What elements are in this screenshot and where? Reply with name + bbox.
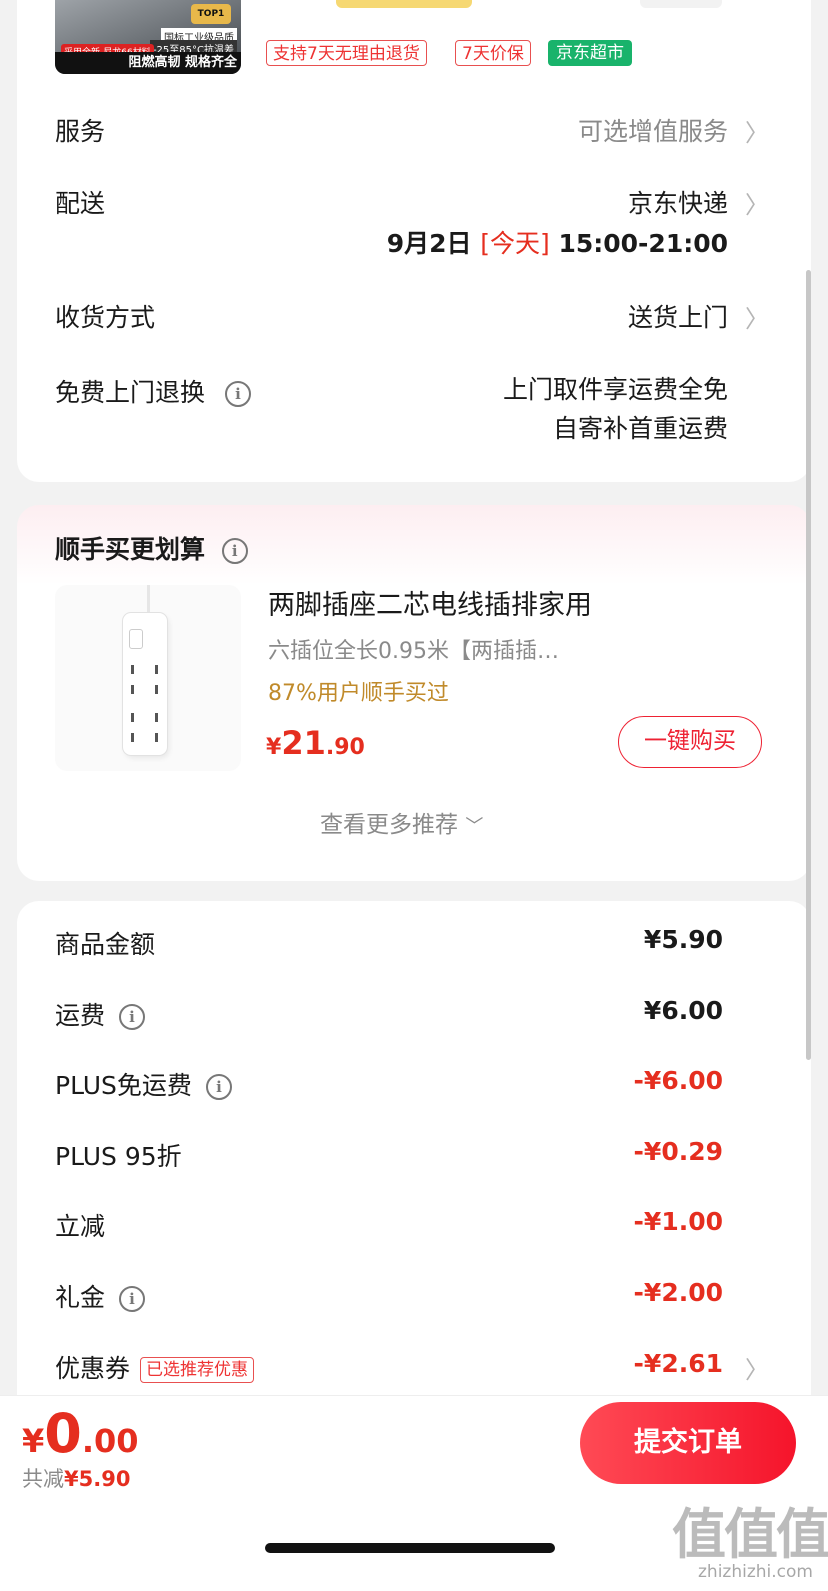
bought-ratio: 87%用户顺手买过 [268, 681, 449, 706]
summary-row-label: PLUS 95折 [55, 1137, 182, 1173]
power-strip-shape [123, 613, 167, 755]
summary-label-text: PLUS 95折 [55, 1142, 182, 1171]
free-return-text: 免费上门退换 [55, 378, 206, 407]
total-symbol: ¥ [22, 1422, 45, 1460]
service-value[interactable]: 可选增值服务 [578, 112, 728, 148]
summary-row-label: PLUS免运费 i [55, 1066, 232, 1102]
watermark-logo: 值值值 [672, 1503, 828, 1566]
summary-row-amount: -¥6.00 [633, 1066, 723, 1095]
watermark-url: zhizhizhi.com [698, 1562, 813, 1582]
product-thumbnail[interactable]: TOP1 国标工业级品质 -25至85°C抗温差 采用全新-尼龙66材料 阻燃高… [55, 0, 241, 74]
summary-label-text: 优惠券 [55, 1354, 131, 1383]
summary-row-label: 运费 i [55, 996, 146, 1032]
price-protect-tag: 7天价保 [455, 40, 531, 66]
top1-badge: TOP1 [191, 4, 231, 24]
jd-supermarket-tag: 京东超市 [548, 40, 632, 66]
switch-shape [129, 629, 143, 649]
summary-label-text: 礼金 [55, 1283, 106, 1312]
saved-label: 共减 [22, 1467, 64, 1491]
delivery-window: 15:00-21:00 [558, 229, 728, 258]
quantity-stepper[interactable] [640, 0, 722, 8]
summary-row-amount: -¥2.00 [633, 1278, 723, 1307]
price-symbol: ¥ [266, 735, 282, 760]
home-indicator[interactable] [265, 1543, 555, 1553]
summary-row-amount: ¥5.90 [643, 925, 723, 954]
summary-label-text: 立减 [55, 1212, 106, 1241]
coupon-selected-tag: 已选推荐优惠 [140, 1357, 255, 1383]
info-icon[interactable]: i [119, 1286, 146, 1312]
saved-total: 共减¥5.90 [22, 1463, 130, 1493]
price-int: 21 [281, 724, 326, 762]
free-return-line1: 上门取件享运费全免 [502, 375, 728, 404]
recommend-title: 顺手买更划算 i [55, 530, 248, 566]
cord-shape [147, 585, 150, 615]
receive-method-value[interactable]: 送货上门 [628, 298, 728, 334]
info-icon[interactable]: i [221, 538, 248, 564]
one-click-buy-button[interactable]: 一键购买 [618, 716, 762, 768]
summary-row-label: 优惠券 已选推荐优惠 [55, 1349, 255, 1385]
summary-row-amount: -¥1.00 [633, 1207, 723, 1236]
summary-row-label: 商品金额 [55, 925, 155, 961]
summary-row-amount: ¥6.00 [643, 996, 723, 1025]
more-recommend-link[interactable]: 查看更多推荐 ﹀ [320, 805, 483, 839]
more-recommend-text: 查看更多推荐 [320, 812, 458, 838]
scrollbar[interactable] [806, 270, 811, 1060]
free-return-label: 免费上门退换 i [55, 373, 251, 409]
submit-order-button[interactable]: 提交订单 [580, 1402, 796, 1484]
saved-amount: ¥5.90 [64, 1467, 131, 1491]
summary-label-text: 运费 [55, 1001, 106, 1030]
free-return-line2: 自寄补首重运费 [552, 414, 728, 443]
price-highlight [336, 0, 472, 8]
product-band-text: 阻燃高韧 规格齐全 [55, 52, 241, 74]
chevron-right-icon[interactable]: 〉 [745, 185, 769, 220]
summary-label-text: PLUS免运费 [55, 1071, 192, 1100]
recommend-price: ¥21.90 [266, 724, 365, 762]
info-icon[interactable]: i [119, 1004, 146, 1030]
total-price: ¥0.00 [22, 1402, 139, 1465]
price-dec: .90 [325, 735, 365, 760]
recommend-product-image[interactable] [55, 585, 241, 771]
summary-row-label: 立减 [55, 1207, 105, 1243]
delivery-date: 9月2日 [386, 229, 472, 258]
chevron-right-icon[interactable]: 〉 [745, 113, 769, 148]
chevron-right-icon[interactable]: 〉 [745, 299, 769, 334]
recommend-product-name[interactable]: 两脚插座二芯电线插排家用 [268, 583, 592, 622]
total-dec: .00 [81, 1422, 139, 1460]
info-icon[interactable]: i [224, 381, 251, 407]
delivery-time[interactable]: 9月2日 [今天] 15:00-21:00 [387, 224, 728, 260]
info-icon[interactable]: i [205, 1074, 232, 1100]
summary-row-amount: -¥0.29 [633, 1137, 723, 1166]
summary-row-label: 礼金 i [55, 1278, 146, 1314]
receive-method-label: 收货方式 [55, 303, 156, 332]
service-label: 服务 [55, 117, 106, 146]
total-int: 0 [44, 1402, 82, 1465]
chevron-right-icon[interactable]: 〉 [745, 1350, 769, 1385]
summary-row-amount[interactable]: -¥2.61 [634, 1349, 723, 1378]
delivery-value[interactable]: 京东快递 [628, 184, 728, 220]
delivery-label: 配送 [55, 189, 106, 218]
delivery-today: [今天] [480, 229, 550, 258]
recommend-product-desc: 六插位全长0.95米【两插插… [268, 639, 559, 664]
recommend-title-text: 顺手买更划算 [55, 535, 206, 564]
return-policy-tag: 支持7天无理由退货 [266, 40, 427, 66]
chevron-down-icon: ﹀ [465, 816, 484, 837]
summary-label-text: 商品金额 [55, 930, 156, 959]
